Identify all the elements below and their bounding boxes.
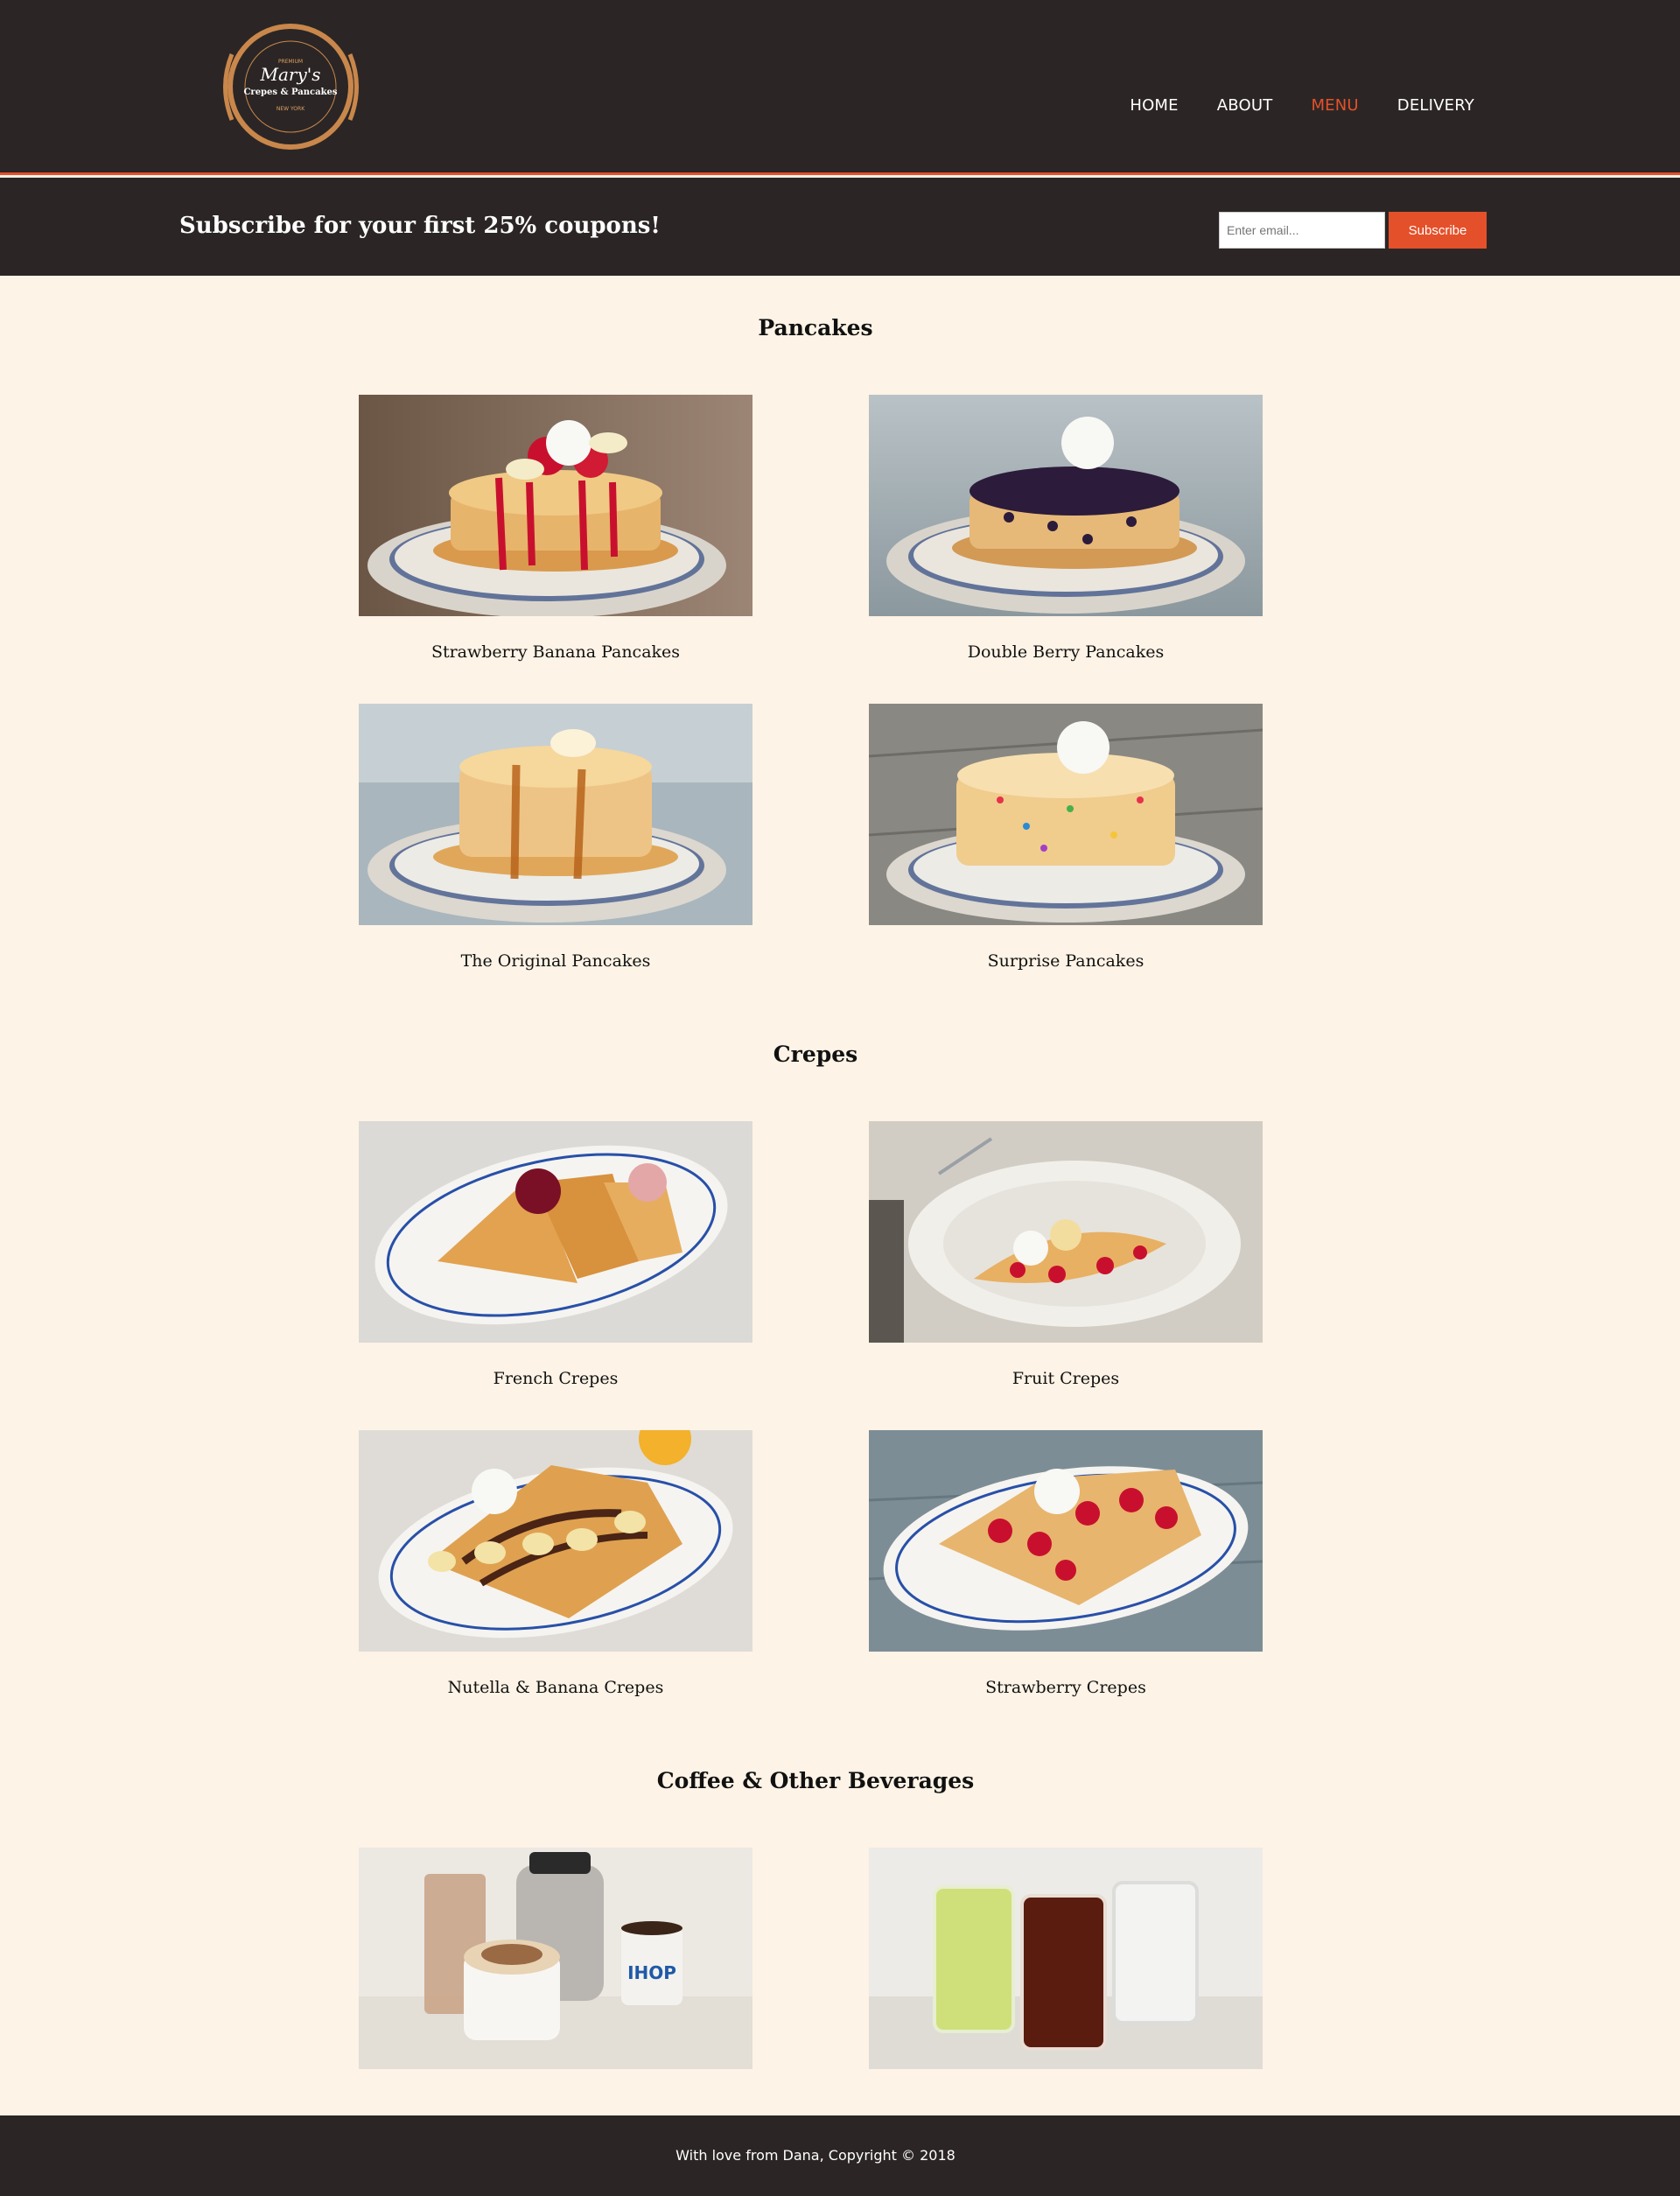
menu-item[interactable]: The Original Pancakes [359,704,752,971]
nav-home-link[interactable]: HOME [1130,96,1178,115]
nav-menu-link[interactable]: MENU [1311,96,1358,115]
pancake-photo [869,395,1263,616]
menu-item-name: Double Berry Pancakes [967,642,1165,662]
svg-text:IHOP: IHOP [627,1962,676,1983]
site-header: PREMIUM Mary's Crepes & Pancakes NEW YOR… [0,0,1680,175]
menu-item[interactable]: Strawberry Crepes [869,1430,1263,1697]
subscribe-button[interactable]: Subscribe [1389,212,1487,249]
svg-text:Crepes & Pancakes: Crepes & Pancakes [243,88,337,97]
menu-item-name: Strawberry Crepes [985,1678,1146,1697]
pancake-photo [359,704,752,925]
menu-item[interactable]: Nutella & Banana Crepes [359,1430,752,1697]
subscribe-heading: Subscribe for your first 25% coupons! [179,213,661,239]
nav-about-link[interactable]: ABOUT [1217,96,1273,115]
menu-item[interactable]: Surprise Pancakes [869,704,1263,971]
site-footer: With love from Dana, Copyright © 2018 [0,2115,1680,2196]
menu-item-name: Surprise Pancakes [987,951,1144,971]
main-nav: HOME ABOUT MENU DELIVERY [1091,96,1474,115]
crepe-photo [869,1121,1263,1343]
pancake-photo [359,395,752,616]
section-title-crepes: Crepes [773,1042,858,1067]
menu-item-name: Strawberry Banana Pancakes [430,642,681,662]
subscribe-bar: Subscribe for your first 25% coupons! Su… [0,178,1680,276]
section-title-beverages: Coffee & Other Beverages [656,1768,975,1793]
svg-text:Mary's: Mary's [259,64,320,85]
menu-item[interactable]: French Crepes [359,1121,752,1388]
crepe-photo [869,1430,1263,1652]
email-field[interactable] [1219,212,1385,249]
svg-text:NEW YORK: NEW YORK [276,106,305,112]
beverage-photo [869,1848,1263,2069]
pancake-photo [869,704,1263,925]
menu-item[interactable] [869,1848,1263,2095]
menu-item-name: French Crepes [493,1369,619,1388]
nav-delivery-link[interactable]: DELIVERY [1397,96,1474,115]
crepe-photo [359,1121,752,1343]
menu-item[interactable]: Fruit Crepes [869,1121,1263,1388]
section-title-pancakes: Pancakes [758,315,873,340]
crepe-photo [359,1430,752,1652]
menu-item-name: Nutella & Banana Crepes [447,1678,664,1697]
coffee-photo: IHOP [359,1848,752,2069]
menu-item-name: Fruit Crepes [1012,1369,1120,1388]
brand-logo[interactable]: PREMIUM Mary's Crepes & Pancakes NEW YOR… [214,19,368,155]
menu-item[interactable]: Double Berry Pancakes [869,395,1263,662]
menu-item[interactable]: IHOP [359,1848,752,2095]
menu-item[interactable]: Strawberry Banana Pancakes [359,395,752,662]
copyright-text: With love from Dana, Copyright © 2018 [676,2147,956,2164]
menu-item-name: The Original Pancakes [460,951,651,971]
